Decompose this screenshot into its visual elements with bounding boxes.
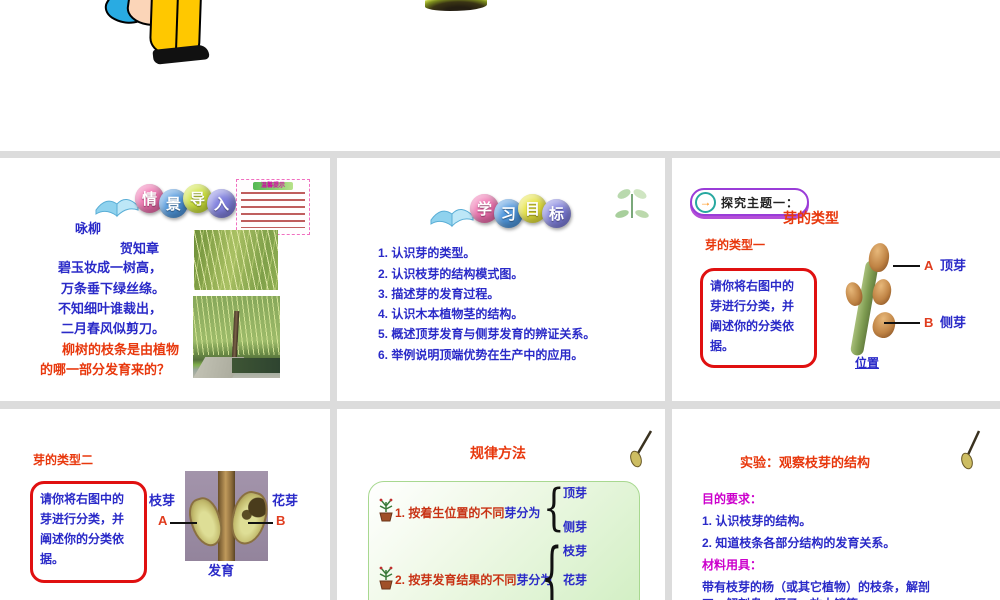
slide-2-learning-goals[interactable]: 学 习 目 标 1. 认识芽的类型。 2. 认识枝芽的结构模式图。 3. 描述芽… <box>337 158 665 401</box>
slide-5-rule-method[interactable]: 规律方法 1. 按着生位置的不同芽分为 { 顶芽 侧芽 2. 按芽发育结果的不同… <box>337 409 665 600</box>
right-bud-letter: B <box>276 513 286 528</box>
explore-topic-label: 探究主题一： <box>721 195 800 210</box>
seedling-icon <box>615 189 649 218</box>
slide-3-bud-types-1[interactable]: → 探究主题一： 芽的类型 芽的类型一 请你将右图中的 芽进行分类，并 阐述你的… <box>672 158 1000 401</box>
top-white-band <box>0 0 1000 151</box>
brace-3: { <box>541 533 563 600</box>
poem-title: 咏柳 <box>75 221 102 236</box>
goal-item: 3. 描述芽的发育过程。 <box>378 287 500 301</box>
warm-tip-title: 温馨提示 <box>253 182 293 190</box>
prompt-line: 请你将右图中的 <box>40 492 125 506</box>
purpose-item: 1. 认识枝芽的结构。 <box>702 514 812 528</box>
branch-bud-icon <box>630 430 653 468</box>
rule-box: 1. 按着生位置的不同芽分为 { 顶芽 侧芽 2. 按芽发育结果的不同芽分为 {… <box>368 481 640 600</box>
side-bud <box>869 309 899 341</box>
willow-branches-photo <box>194 230 278 290</box>
open-book-icon <box>430 209 474 228</box>
prompt-line: 阐述你的分类依 <box>710 319 795 333</box>
task-prompt-box: 请你将右图中的 芽进行分类，并 阐述你的分类依 据。 <box>30 481 147 583</box>
slide-4-bud-types-2[interactable]: 芽的类型二 请你将右图中的 芽进行分类，并 阐述你的分类依 据。 枝芽 A 花芽… <box>0 409 330 600</box>
slide-subtitle: 芽的类型一 <box>705 238 766 252</box>
prompt-line: 阐述你的分类依 <box>40 532 125 546</box>
prompt-line: 芽进行分类，并 <box>40 512 125 526</box>
rule-2-red-text: 2. 按芽发育结果的不同 <box>395 573 517 587</box>
prompt-line: 据。 <box>710 339 735 353</box>
twig-stem <box>849 259 880 357</box>
dissected-buds-photo <box>184 471 273 561</box>
scene-intro-badge: 情 景 导 入 <box>94 184 236 222</box>
prompt-line: 芽进行分类，并 <box>710 299 795 313</box>
slide-title: 规律方法 <box>470 445 526 461</box>
poem-line: 不知细叶谁裁出， <box>58 301 163 316</box>
purpose-item: 2. 知道枝条各部分结构的发育关系。 <box>702 536 896 550</box>
label-letter-b: B <box>924 315 934 330</box>
task-prompt-box: 请你将右图中的 芽进行分类，并 阐述你的分类依 据。 <box>700 268 817 368</box>
question-line-1: 柳树的枝条是由植物 <box>62 342 180 357</box>
materials-heading: 材料用具： <box>702 558 763 572</box>
learning-goals-badge: 学 习 目 标 <box>429 194 571 232</box>
rule-item-1: 1. 按着生位置的不同芽分为 <box>395 504 540 522</box>
twig-buds-photo <box>843 241 908 357</box>
terminal-bud <box>867 241 891 274</box>
purpose-heading: 目的要求： <box>702 492 763 506</box>
pointer-line-right <box>248 522 273 524</box>
cartoon-figure-fragment <box>100 0 215 65</box>
poem-author: 贺知章 <box>120 241 160 256</box>
brace-2: { <box>543 479 565 538</box>
willow-water <box>232 358 280 374</box>
left-bud-label: 枝芽 <box>149 493 176 508</box>
badge-ball-4: 入 <box>207 189 236 218</box>
prompt-line: 请你将右图中的 <box>710 279 795 293</box>
rule-2-option: 花芽 <box>563 573 588 587</box>
slide-1-scene-intro[interactable]: 情 景 导 入 温馨提示 咏柳 贺知章 碧玉妆成一树高， 万条垂下绿丝绦。 不知… <box>0 158 330 401</box>
poem-line: 碧玉妆成一树高， <box>58 260 163 275</box>
branch-bud-icon <box>961 430 981 470</box>
willow-tree-photo <box>193 296 280 378</box>
rule-1-blue-text: 芽分为 <box>504 506 541 520</box>
poem-line: 万条垂下绿丝绦。 <box>61 281 166 296</box>
right-bud-label: 花芽 <box>272 493 299 508</box>
goal-item: 4. 认识木本植物茎的结构。 <box>378 307 524 321</box>
goal-item: 6. 举例说明顶端优势在生产中的应用。 <box>378 348 584 362</box>
label-text-a: 顶芽 <box>940 258 967 273</box>
rule-1-option: 顶芽 <box>563 486 588 500</box>
label-text-b: 侧芽 <box>940 315 967 330</box>
slide-6-experiment[interactable]: 实验：观察枝芽的结构 目的要求： 1. 认识枝芽的结构。 2. 知道枝条各部分结… <box>672 409 1000 600</box>
pointer-line-left <box>170 522 197 524</box>
poem-line: 二月春风似剪刀。 <box>61 321 166 336</box>
arrow-circle-icon: → <box>695 191 716 213</box>
potted-plant-icon <box>379 498 393 522</box>
open-book-icon <box>95 199 139 218</box>
prompt-line: 据。 <box>40 552 65 566</box>
pointer-line-b <box>884 322 920 324</box>
badge-ball-4: 标 <box>542 199 571 228</box>
label-letter-a: A <box>924 258 934 273</box>
rule-1-red-text: 1. 按着生位置的不同 <box>395 506 505 520</box>
position-link[interactable]: 位置 <box>855 356 879 370</box>
left-bud-letter: A <box>158 513 168 528</box>
rule-item-2: 2. 按芽发育结果的不同芽分为 <box>395 571 552 589</box>
development-link[interactable]: 发育 <box>208 563 234 579</box>
rule-1-option: 侧芽 <box>563 520 588 534</box>
photo-fragment <box>425 0 487 11</box>
warm-tip-box: 温馨提示 <box>236 179 310 235</box>
goal-item: 1. 认识芽的类型。 <box>378 246 476 260</box>
goal-item: 5. 概述顶芽发育与侧芽发育的辨证关系。 <box>378 327 596 341</box>
slide-title: 实验：观察枝芽的结构 <box>740 455 871 470</box>
question-line-2: 的哪一部分发育来的？ <box>40 362 171 377</box>
slide-sorter-page: 情 景 导 入 温馨提示 咏柳 贺知章 碧玉妆成一树高， 万条垂下绿丝绦。 不知… <box>0 0 1000 600</box>
slide-title: 芽的类型 <box>783 210 839 226</box>
potted-plant-icon <box>379 566 393 590</box>
goal-item: 2. 认识枝芽的结构模式图。 <box>378 267 524 281</box>
materials-line: 带有枝芽的杨（或其它植物）的枝条，解剖 <box>702 580 931 594</box>
rule-2-option: 枝芽 <box>563 544 588 558</box>
pointer-line-a <box>893 265 920 267</box>
slide-subtitle: 芽的类型二 <box>33 453 94 467</box>
warm-tip-text-lines <box>241 192 305 228</box>
